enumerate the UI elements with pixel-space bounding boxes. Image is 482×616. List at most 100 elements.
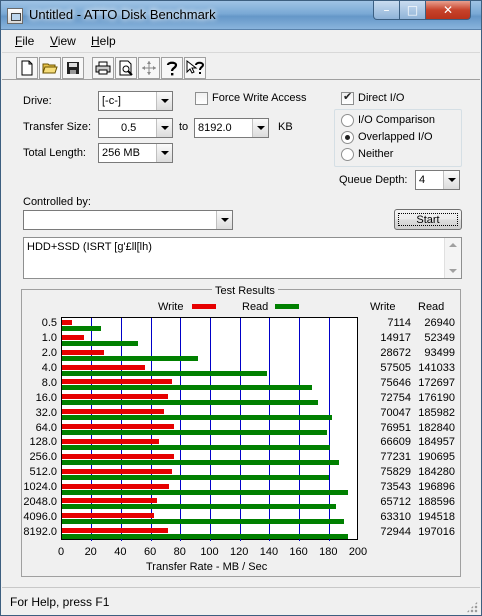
overlapped-io-label[interactable]: Overlapped I/O xyxy=(358,131,433,143)
write-bar xyxy=(62,438,159,444)
description-textarea[interactable]: HDD+SSD (ISRT [g'£ll[lh) xyxy=(23,237,462,279)
y-tick-label: 8.0 xyxy=(41,376,57,389)
write-bar xyxy=(62,334,84,340)
app-icon[interactable] xyxy=(7,8,23,24)
x-tick-label: 0 xyxy=(57,546,65,558)
y-tick-label: 128.0 xyxy=(29,436,57,449)
scroll-up-icon[interactable] xyxy=(449,243,457,247)
start-button[interactable]: Start xyxy=(394,209,462,230)
save-icon[interactable] xyxy=(62,57,84,79)
total-length-label: Total Length: xyxy=(23,147,86,159)
write-value: 14917 xyxy=(380,332,411,345)
help-icon[interactable] xyxy=(161,57,183,79)
write-bar xyxy=(62,468,172,474)
chevron-down-icon[interactable] xyxy=(156,119,172,137)
menu-bar: File View Help xyxy=(2,31,480,51)
menu-help-hotkey: H xyxy=(91,34,100,48)
maximize-button[interactable]: □ xyxy=(399,1,426,20)
y-tick-label: 2.0 xyxy=(41,347,57,360)
controlled-by-select[interactable] xyxy=(23,210,233,230)
chevron-down-icon[interactable] xyxy=(156,144,172,162)
direct-io-checkbox[interactable] xyxy=(341,90,354,105)
force-write-checkbox[interactable] xyxy=(195,92,208,105)
transfer-size-to-select[interactable]: 8192.0 xyxy=(194,118,269,138)
read-bar xyxy=(62,430,328,436)
read-bar xyxy=(62,489,348,495)
drive-value: [-c-] xyxy=(102,95,121,107)
read-bar xyxy=(62,370,267,376)
col-read-header: Read xyxy=(418,301,445,313)
status-text: For Help, press F1 xyxy=(10,595,110,609)
legend-write-swatch xyxy=(192,304,216,309)
overlapped-io-radio[interactable] xyxy=(341,131,354,144)
open-folder-icon[interactable] xyxy=(39,57,61,79)
write-bar xyxy=(62,364,146,370)
write-bar xyxy=(62,394,168,400)
neither-radio[interactable] xyxy=(341,148,354,161)
io-comparison-label[interactable]: I/O Comparison xyxy=(358,114,435,126)
total-length-value: 256 MB xyxy=(102,147,140,159)
read-bar xyxy=(62,385,313,391)
write-bar xyxy=(62,349,104,355)
menu-help[interactable]: Help xyxy=(91,34,116,48)
to-label: to xyxy=(179,121,189,133)
menu-help-label: elp xyxy=(99,34,116,48)
read-bar xyxy=(62,459,339,465)
menu-file[interactable]: File xyxy=(15,34,34,48)
minimize-button[interactable]: – xyxy=(373,1,400,20)
io-comparison-radio[interactable] xyxy=(341,114,354,127)
start-button-label: Start xyxy=(398,213,458,226)
scroll-down-icon[interactable] xyxy=(449,269,457,273)
read-bar xyxy=(62,534,348,540)
legend-read-swatch xyxy=(275,304,299,309)
menu-view[interactable]: View xyxy=(50,34,76,48)
chevron-down-icon[interactable] xyxy=(443,171,459,189)
chevron-down-icon[interactable] xyxy=(252,119,268,137)
transfer-size-label: Transfer Size: xyxy=(23,121,92,133)
direct-io-label[interactable]: Direct I/O xyxy=(358,92,404,104)
print-preview-icon[interactable] xyxy=(115,57,137,79)
y-tick-label: 512.0 xyxy=(29,466,57,479)
y-tick-label: 16.0 xyxy=(35,391,57,404)
read-value: 26940 xyxy=(424,317,455,330)
context-help-icon[interactable] xyxy=(184,57,206,79)
read-value: 93499 xyxy=(424,347,455,360)
queue-depth-value: 4 xyxy=(419,174,426,186)
queue-depth-select[interactable]: 4 xyxy=(415,170,460,190)
print-icon[interactable] xyxy=(92,57,114,79)
read-bar xyxy=(62,504,336,510)
write-value: 75646 xyxy=(380,376,411,389)
x-axis-label: Transfer Rate - MB / Sec xyxy=(146,561,268,573)
legend-read-label: Read xyxy=(242,301,269,313)
read-bar xyxy=(62,326,102,331)
y-tick-label: 0.5 xyxy=(41,317,57,330)
move-icon[interactable] xyxy=(138,57,160,79)
neither-label[interactable]: Neither xyxy=(358,148,393,160)
read-value: 184280 xyxy=(418,466,455,479)
new-file-icon[interactable] xyxy=(16,57,38,79)
close-button[interactable]: ✕ xyxy=(425,1,471,20)
description-scrollbar[interactable] xyxy=(444,238,461,278)
write-bar xyxy=(62,379,172,385)
force-write-label[interactable]: Force Write Access xyxy=(212,92,307,104)
kb-label: KB xyxy=(278,121,293,133)
read-bar xyxy=(62,519,345,525)
write-value: 70047 xyxy=(380,406,411,419)
total-length-select[interactable]: 256 MB xyxy=(98,143,173,163)
resize-grip-icon[interactable] xyxy=(466,601,478,613)
read-value: 172697 xyxy=(418,376,455,389)
menu-view-hotkey: V xyxy=(50,34,58,48)
write-bar xyxy=(62,453,174,459)
title-bar[interactable]: Untitled - ATTO Disk Benchmark – □ ✕ xyxy=(1,1,481,30)
drive-select[interactable]: [-c-] xyxy=(98,91,173,111)
read-value: 182840 xyxy=(418,421,455,434)
controlled-by-label: Controlled by: xyxy=(23,196,91,208)
y-tick-label: 64.0 xyxy=(35,421,57,434)
read-bar xyxy=(62,444,331,450)
read-bar xyxy=(62,340,138,346)
write-value: 72754 xyxy=(380,391,411,404)
chevron-down-icon[interactable] xyxy=(156,92,172,110)
write-value: 57505 xyxy=(380,362,411,375)
chevron-down-icon[interactable] xyxy=(216,211,232,229)
transfer-size-from-select[interactable]: 0.5 xyxy=(98,118,173,138)
